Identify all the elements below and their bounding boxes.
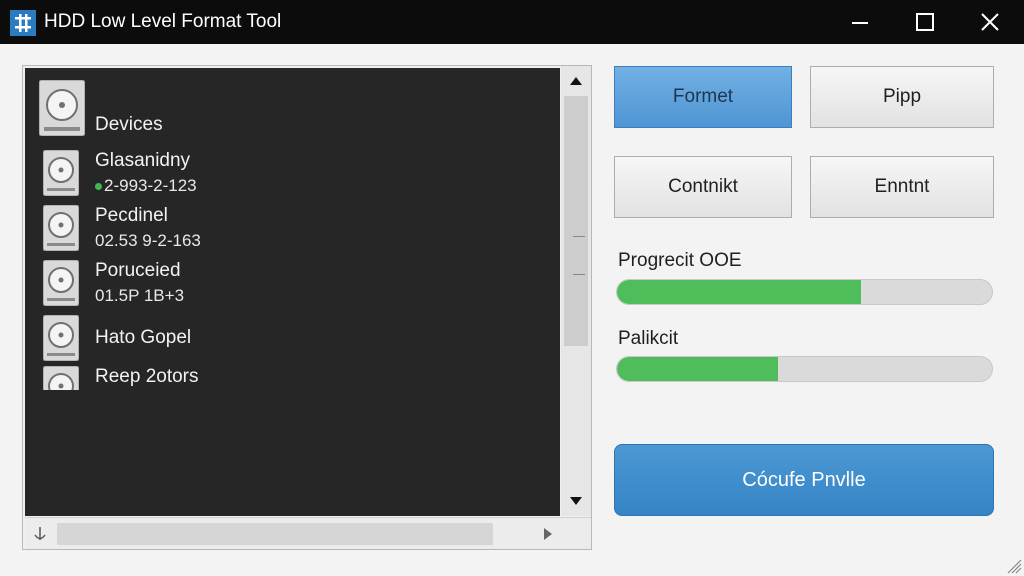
progress-label: Palikcit <box>618 328 679 349</box>
contnikt-button[interactable]: Contnikt <box>614 156 792 218</box>
device-meta: 02.53 9-2-163 <box>95 231 201 250</box>
arrow-right-icon <box>544 528 552 540</box>
list-item[interactable]: Reep 2otors <box>43 366 543 390</box>
maximize-icon <box>916 13 934 31</box>
grip-line <box>573 236 585 237</box>
progress-bar <box>616 279 993 305</box>
grip-line <box>573 274 585 275</box>
list-item[interactable]: Pecdinel 02.53 9-2-163 <box>43 205 543 255</box>
maximize-button[interactable] <box>895 0 955 44</box>
hard-drive-icon <box>43 150 79 196</box>
device-list-header: Devices <box>39 80 339 140</box>
hard-drive-icon <box>39 80 85 136</box>
device-name: Reep 2otors <box>95 366 199 387</box>
close-icon <box>981 13 999 31</box>
app-window: HDD Low Level Format Tool Devices Glasan… <box>0 0 1024 576</box>
list-item[interactable]: Glasanidny 2-993-2-123 <box>43 150 543 200</box>
scroll-up-button[interactable] <box>561 68 591 94</box>
format-tool-icon <box>10 10 36 36</box>
hard-drive-icon <box>43 205 79 251</box>
progress-bar <box>616 356 993 382</box>
hard-drive-icon <box>43 366 79 390</box>
pipp-button[interactable]: Pipp <box>810 66 994 128</box>
format-button[interactable]: Formet <box>614 66 792 128</box>
client-area: Devices Glasanidny 2-993-2-123 Pecdinel … <box>0 44 1024 576</box>
device-meta: 2-993-2-123 <box>95 176 197 196</box>
scrollbar-thumb[interactable] <box>564 96 588 346</box>
status-dot <box>95 183 102 191</box>
device-name: Hato Gopel <box>95 327 192 348</box>
scroll-right-button[interactable] <box>533 518 563 550</box>
anchor-icon <box>34 527 46 540</box>
scroll-left-button[interactable] <box>25 518 55 550</box>
resize-grip-icon[interactable] <box>1002 554 1022 574</box>
primary-action-button[interactable]: Cócufe Pnvlle <box>614 444 994 516</box>
progress-fill <box>617 280 861 304</box>
device-list-panel: Devices Glasanidny 2-993-2-123 Pecdinel … <box>22 65 592 550</box>
device-name: Pecdinel <box>95 205 168 226</box>
arrow-up-icon <box>570 77 582 85</box>
minimize-icon <box>852 22 868 24</box>
devices-heading: Devices <box>95 114 163 135</box>
list-item[interactable]: Poruceied 01.5P 1B+3 <box>43 260 543 310</box>
title-bar[interactable]: HDD Low Level Format Tool <box>0 0 1024 44</box>
progress-label: Progrecit OOE <box>618 250 742 271</box>
device-name: Glasanidny <box>95 150 191 171</box>
horizontal-scrollbar-thumb[interactable] <box>57 523 493 545</box>
device-list[interactable]: Devices Glasanidny 2-993-2-123 Pecdinel … <box>25 68 560 516</box>
close-button[interactable] <box>960 0 1020 44</box>
device-name: Poruceied <box>95 260 181 281</box>
device-meta: 01.5P 1B+3 <box>95 286 185 305</box>
list-item[interactable]: Hato Gopel <box>43 315 543 365</box>
hard-drive-icon <box>43 315 79 361</box>
hard-drive-icon <box>43 260 79 306</box>
minimize-button[interactable] <box>830 0 890 44</box>
vertical-scrollbar[interactable] <box>561 66 591 516</box>
scroll-down-button[interactable] <box>561 488 591 514</box>
arrow-down-icon <box>570 497 582 505</box>
enntnt-button[interactable]: Enntnt <box>810 156 994 218</box>
progress-fill <box>617 357 779 381</box>
window-title: HDD Low Level Format Tool <box>44 11 282 32</box>
horizontal-scrollbar[interactable] <box>25 517 591 549</box>
